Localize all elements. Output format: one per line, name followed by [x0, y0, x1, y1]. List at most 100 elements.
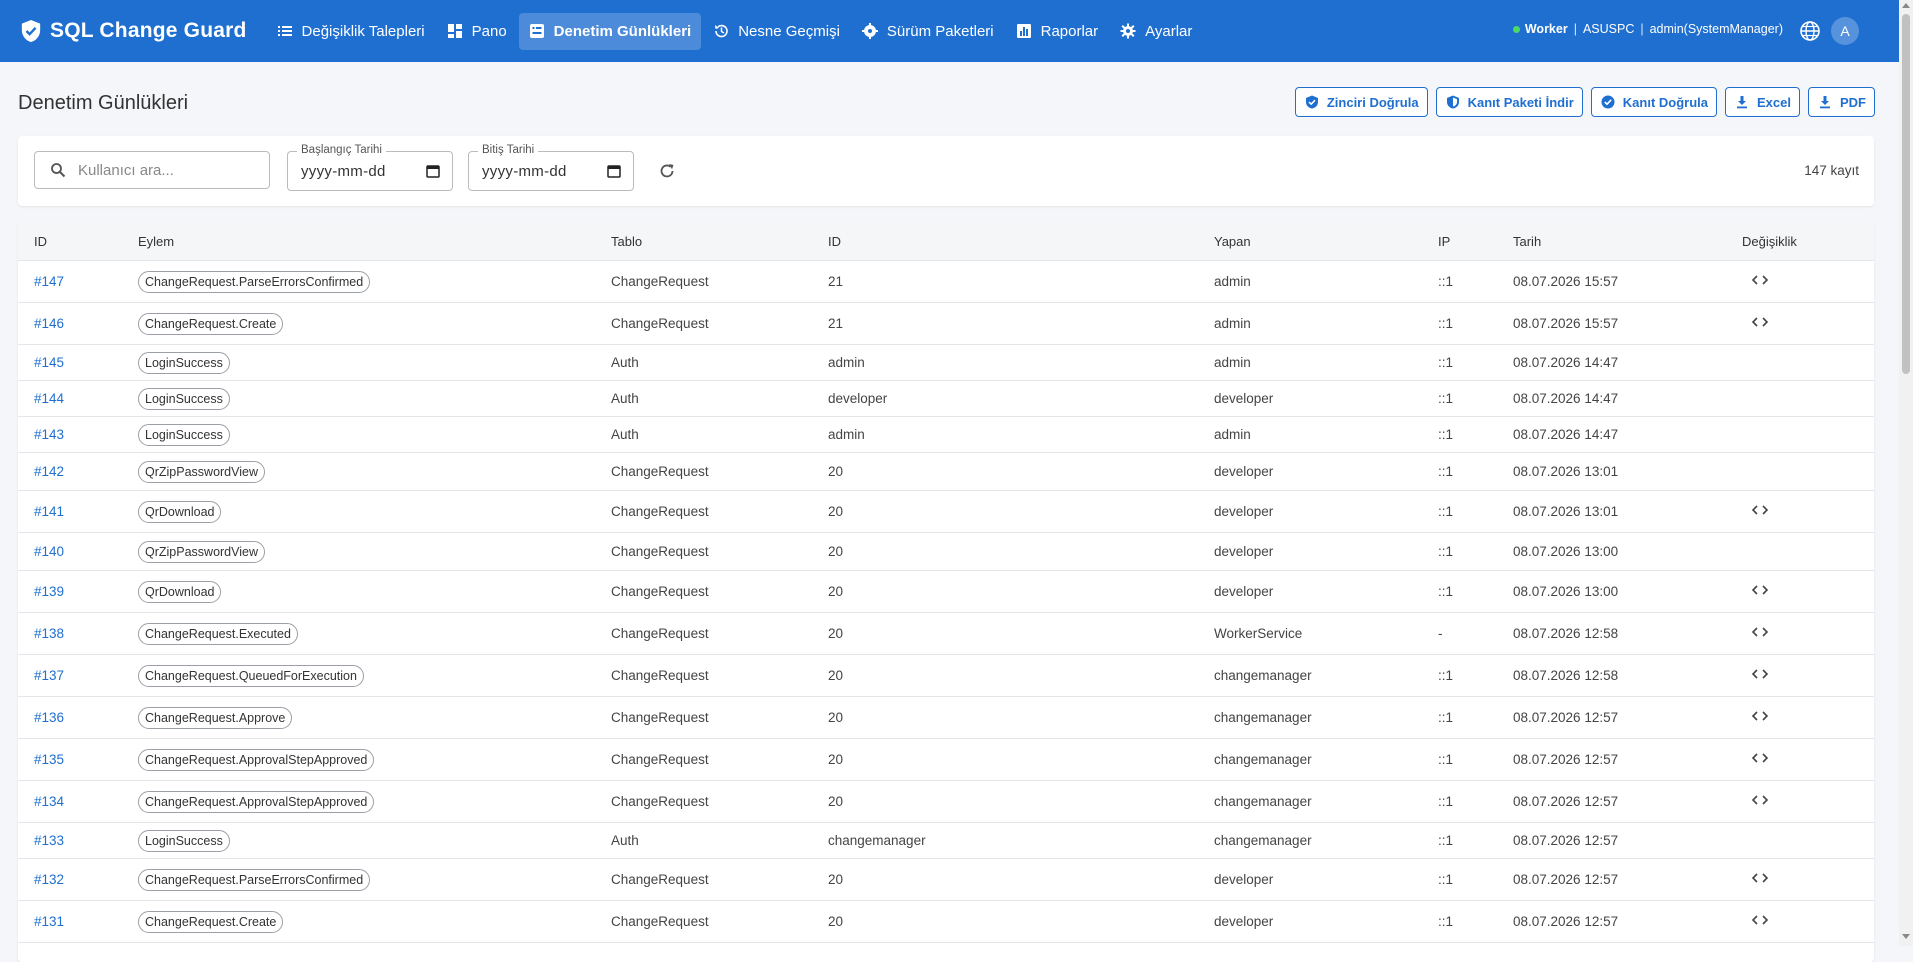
separator: | [1573, 22, 1577, 36]
cell-id[interactable]: #137 [18, 654, 122, 697]
cell-table: ChangeRequest [595, 452, 812, 491]
table-row[interactable]: #134 ChangeRequest.ApprovalStepApproved Ch… [18, 780, 1874, 823]
cell-id[interactable]: #140 [18, 532, 122, 571]
nav-item-audit-logs[interactable]: Denetim Günlükleri [518, 12, 702, 50]
code-diff-icon[interactable] [1750, 503, 1770, 517]
nav-item-object-history[interactable]: Nesne Geçmişi [703, 13, 850, 50]
cell-id[interactable]: #139 [18, 570, 122, 613]
table-row[interactable]: #132 ChangeRequest.ParseErrorsConfirmed Ch… [18, 858, 1874, 901]
table-row[interactable]: #138 ChangeRequest.Executed ChangeRequest 2… [18, 612, 1874, 655]
code-diff-icon[interactable] [1750, 751, 1770, 765]
calendar-icon[interactable] [426, 164, 440, 178]
cell-id[interactable]: #144 [18, 380, 122, 417]
table-row[interactable]: #142 QrZipPasswordView ChangeRequest 20 deve… [18, 452, 1874, 491]
col-header-table[interactable]: Tablo [595, 222, 812, 261]
table-row[interactable]: #136 ChangeRequest.Approve ChangeRequest 20… [18, 696, 1874, 739]
cell-id[interactable]: #138 [18, 612, 122, 655]
cell-id[interactable]: #147 [18, 260, 122, 303]
verify-evidence-button[interactable]: Kanıt Doğrula [1590, 87, 1718, 117]
cell-user: developer [1198, 900, 1422, 943]
history-icon [713, 23, 729, 39]
search-input[interactable] [76, 160, 250, 180]
cell-id[interactable]: #134 [18, 780, 122, 823]
verify-chain-button[interactable]: Zinciri Doğrula [1294, 87, 1428, 117]
cell-id[interactable]: #142 [18, 452, 122, 491]
cell-ip: ::1 [1422, 822, 1497, 859]
table-row[interactable]: #145 LoginSuccess Auth admin admin::1 08.07.2… [18, 344, 1874, 381]
cell-ip: ::1 [1422, 570, 1497, 613]
code-diff-icon[interactable] [1750, 273, 1770, 287]
table-row[interactable]: #139 QrDownload ChangeRequest 20 developer::… [18, 570, 1874, 613]
scroll-down-arrow-icon[interactable] [1902, 934, 1910, 939]
col-header-id[interactable]: ID [18, 222, 122, 261]
download-evidence-button[interactable]: Kanıt Paketi İndir [1435, 87, 1583, 117]
table-row[interactable]: #146 ChangeRequest.Create ChangeRequest 21 a… [18, 302, 1874, 345]
list-icon [277, 23, 293, 39]
search-field[interactable] [34, 151, 270, 189]
end-date-label: Bitiş Tarihi [478, 144, 539, 156]
nav-item-change-requests[interactable]: Değişiklik Talepleri [267, 13, 435, 50]
cell-id[interactable]: #132 [18, 858, 122, 901]
audit-log-table: ID Eylem Tablo ID Yapan IP Tarih Değişik… [18, 222, 1874, 943]
end-date-field[interactable]: Bitiş Tarihi yyyy-mm-dd [468, 144, 634, 191]
nav-label: Denetim Günlükleri [553, 22, 692, 40]
nav-item-release-packages[interactable]: Sürüm Paketleri [852, 13, 1004, 50]
cell-id[interactable]: #141 [18, 490, 122, 533]
pdf-label: PDF [1840, 94, 1866, 110]
col-header-user[interactable]: Yapan [1198, 222, 1422, 261]
nav-item-reports[interactable]: Raporlar [1006, 13, 1109, 50]
nav-label: Ayarlar [1145, 22, 1193, 40]
cell-ip: ::1 [1422, 380, 1497, 417]
cell-ip: ::1 [1422, 858, 1497, 901]
table-row[interactable]: #131 ChangeRequest.Create ChangeRequest 20 d… [18, 900, 1874, 943]
col-header-entity-id[interactable]: ID [812, 222, 1198, 261]
table-row[interactable]: #140 QrZipPasswordView ChangeRequest 20 deve… [18, 532, 1874, 571]
brand[interactable]: SQL Change Guard [20, 19, 247, 43]
nav-item-settings[interactable]: Ayarlar [1110, 13, 1202, 50]
cell-action: LoginSuccess [122, 416, 595, 453]
cell-id[interactable]: #136 [18, 696, 122, 739]
cell-user: changemanager [1198, 738, 1422, 781]
cell-id[interactable]: #135 [18, 738, 122, 781]
start-date-field[interactable]: Başlangıç Tarihi yyyy-mm-dd [287, 144, 453, 191]
code-diff-icon[interactable] [1750, 709, 1770, 723]
code-diff-icon[interactable] [1750, 583, 1770, 597]
col-header-date[interactable]: Tarih [1497, 222, 1726, 261]
col-header-change[interactable]: Değişiklik [1726, 222, 1874, 261]
cell-id[interactable]: #146 [18, 302, 122, 345]
cell-id[interactable]: #131 [18, 900, 122, 943]
table-row[interactable]: #133 LoginSuccess Auth changemanager changem… [18, 822, 1874, 859]
table-row[interactable]: #143 LoginSuccess Auth admin admin::1 08.07.2… [18, 416, 1874, 453]
table-row[interactable]: #147 ChangeRequest.ParseErrorsConfirmed Ch… [18, 260, 1874, 303]
cell-id[interactable]: #133 [18, 822, 122, 859]
excel-export-button[interactable]: Excel [1725, 87, 1800, 117]
cell-user: developer [1198, 490, 1422, 533]
cell-table: ChangeRequest [595, 900, 812, 943]
avatar[interactable]: A [1831, 17, 1859, 45]
refresh-icon[interactable] [658, 162, 676, 180]
col-header-ip[interactable]: IP [1422, 222, 1497, 261]
code-diff-icon[interactable] [1750, 667, 1770, 681]
table-row[interactable]: #141 QrDownload ChangeRequest 20 developer::… [18, 490, 1874, 533]
scrollbar[interactable] [1899, 0, 1913, 946]
pdf-export-button[interactable]: PDF [1808, 87, 1875, 117]
cell-id[interactable]: #143 [18, 416, 122, 453]
cell-table: ChangeRequest [595, 490, 812, 533]
code-diff-icon[interactable] [1750, 871, 1770, 885]
page-title: Denetim Günlükleri [18, 92, 189, 114]
scrollbar-thumb[interactable] [1902, 14, 1910, 374]
code-diff-icon[interactable] [1750, 315, 1770, 329]
code-diff-icon[interactable] [1750, 625, 1770, 639]
globe-icon[interactable] [1799, 20, 1821, 42]
nav-item-dashboard[interactable]: Pano [437, 13, 517, 50]
col-header-action[interactable]: Eylem [122, 222, 595, 261]
scroll-up-arrow-icon[interactable] [1902, 3, 1910, 8]
table-row[interactable]: #135 ChangeRequest.ApprovalStepApproved Ch… [18, 738, 1874, 781]
code-diff-icon[interactable] [1750, 913, 1770, 927]
code-diff-icon[interactable] [1750, 793, 1770, 807]
table-row[interactable]: #137 ChangeRequest.QueuedForExecution Chan… [18, 654, 1874, 697]
calendar-icon[interactable] [607, 164, 621, 178]
cell-id[interactable]: #145 [18, 344, 122, 381]
cell-ip: ::1 [1422, 738, 1497, 781]
table-row[interactable]: #144 LoginSuccess Auth developer developer::… [18, 380, 1874, 417]
